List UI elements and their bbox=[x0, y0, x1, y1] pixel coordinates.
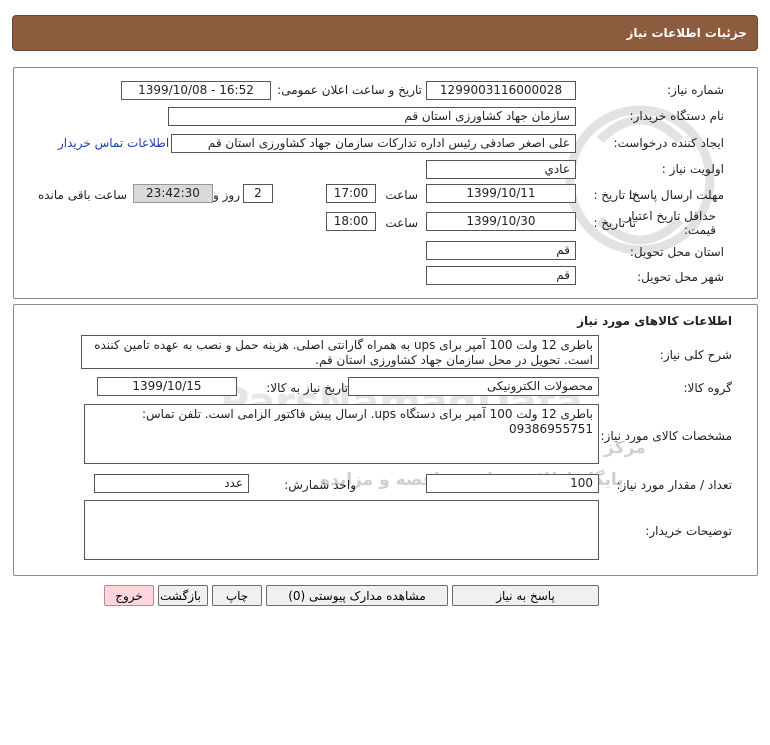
qty-label: تعداد / مقدار مورد نیاز: bbox=[616, 478, 732, 492]
need-date-label: تاریخ نیاز به کالا: bbox=[266, 381, 348, 395]
city-field: قم bbox=[426, 266, 576, 285]
days-label: روز و bbox=[213, 188, 240, 202]
deadline-to-date-label: تا تاریخ : bbox=[593, 188, 636, 202]
specs-label: مشخصات کالای مورد نیاز: bbox=[600, 429, 732, 443]
buyer-notes-label: توضیحات خریدار: bbox=[645, 524, 732, 538]
goods-section-title: اطلاعات کالاهای مورد نیاز bbox=[577, 314, 732, 328]
unit-field: عدد bbox=[94, 474, 249, 493]
validity-date-field: 1399/10/30 bbox=[426, 212, 576, 231]
desc-label: شرح کلی نیاز: bbox=[659, 348, 732, 362]
desc-field: باطری 12 ولت 100 آمپر برای ups به همراه … bbox=[81, 335, 599, 369]
attachments-button[interactable]: مشاهده مدارک پیوستی (0) bbox=[266, 585, 448, 606]
group-field: محصولات الکترونیکی bbox=[348, 377, 599, 396]
validity-to-date-label: تا تاریخ : bbox=[593, 216, 636, 230]
page-header: جزئیات اطلاعات نیاز bbox=[12, 15, 758, 51]
remaining-time-field: 23:42:30 bbox=[133, 184, 213, 203]
exit-button[interactable]: خروج bbox=[104, 585, 154, 606]
buyer-notes-field bbox=[84, 500, 599, 560]
priority-label: اولویت نیاز : bbox=[661, 162, 724, 176]
need-info-panel bbox=[13, 67, 758, 299]
requester-field: علی اصغر صادقی رئیس اداره تدارکات سازمان… bbox=[171, 134, 576, 153]
specs-field: باطری 12 ولت 100 آمپر برای دستگاه ups. ا… bbox=[84, 404, 599, 464]
deadline-date-field: 1399/10/11 bbox=[426, 184, 576, 203]
requester-label: ایجاد کننده درخواست: bbox=[613, 136, 724, 150]
remaining-label: ساعت باقی مانده bbox=[37, 188, 127, 202]
province-field: قم bbox=[426, 241, 576, 260]
validity-time-label: ساعت bbox=[385, 216, 418, 230]
page-title: جزئیات اطلاعات نیاز bbox=[626, 26, 747, 40]
deadline-label: مهلت ارسال پاسخ: bbox=[628, 188, 724, 202]
priority-field: عادي bbox=[426, 160, 576, 179]
deadline-time-label: ساعت bbox=[385, 188, 418, 202]
back-button[interactable]: بازگشت bbox=[158, 585, 208, 606]
reply-button[interactable]: پاسخ به نیاز bbox=[452, 585, 599, 606]
announce-label: تاریخ و ساعت اعلان عمومی: bbox=[277, 83, 422, 97]
buyer-contact-link[interactable]: اطلاعات تماس خریدار bbox=[58, 136, 169, 150]
buyer-field: سازمان جهاد کشاورزی استان قم bbox=[168, 107, 576, 126]
deadline-time-field: 17:00 bbox=[326, 184, 376, 203]
buyer-label: نام دستگاه خریدار: bbox=[629, 109, 725, 123]
print-button[interactable]: چاپ bbox=[212, 585, 262, 606]
province-label: استان محل تحویل: bbox=[629, 245, 724, 259]
need-number-label: شماره نیاز: bbox=[667, 83, 724, 97]
need-number-field: 1299003116000028 bbox=[426, 81, 576, 100]
validity-time-field: 18:00 bbox=[326, 212, 376, 231]
announce-field: 1399/10/08 - 16:52 bbox=[121, 81, 271, 100]
group-label: گروه کالا: bbox=[683, 381, 733, 395]
unit-label: واحد شمارش: bbox=[284, 478, 356, 492]
qty-field: 100 bbox=[426, 474, 599, 493]
city-label: شهر محل تحویل: bbox=[637, 270, 724, 284]
need-date-field: 1399/10/15 bbox=[97, 377, 237, 396]
days-remaining-field: 2 bbox=[243, 184, 273, 203]
